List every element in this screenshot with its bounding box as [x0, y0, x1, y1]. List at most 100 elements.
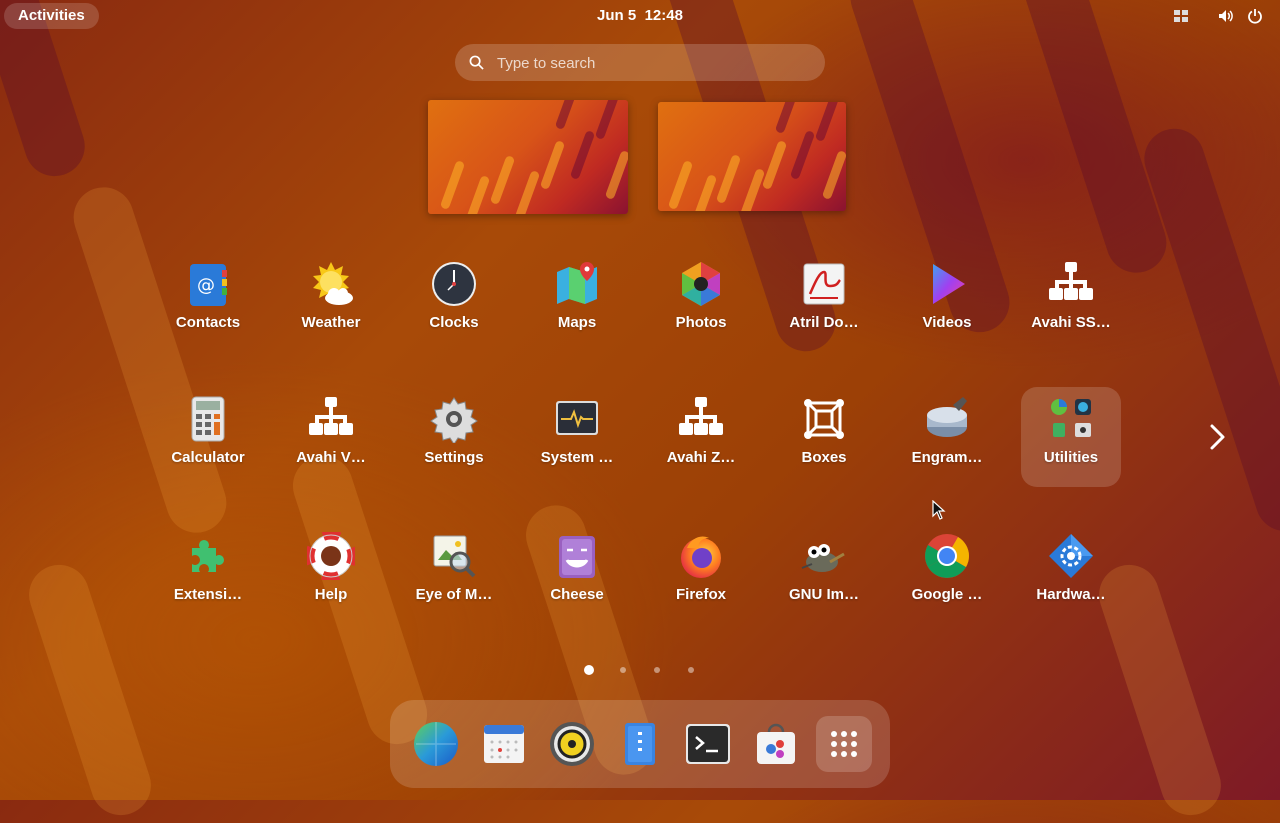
app-tile[interactable]: Avahi SS…: [1021, 252, 1121, 352]
app-tile[interactable]: Firefox: [651, 524, 751, 624]
app-tile[interactable]: Settings: [404, 387, 504, 487]
network-icon: [309, 397, 353, 435]
app-tile[interactable]: Hardwa…: [1021, 524, 1121, 624]
app-tile[interactable]: @ Contacts: [158, 252, 258, 352]
page-indicator-1[interactable]: [584, 665, 594, 675]
page-indicator-3[interactable]: [654, 667, 660, 673]
app-label: Hardwa…: [1036, 586, 1106, 603]
software-store-icon[interactable]: [748, 716, 804, 772]
videos-icon: [933, 264, 965, 304]
app-label: Maps: [557, 314, 597, 331]
app-label: Google …: [911, 586, 983, 603]
lifebuoy-icon: [307, 532, 355, 580]
top-bar: Activities Jun 5 12:48: [0, 0, 1280, 32]
app-label: Calculator: [171, 449, 245, 466]
network-icon: [679, 397, 723, 435]
clocks-icon: [432, 262, 476, 306]
gimp-icon: [801, 544, 845, 572]
app-tile[interactable]: GNU Im…: [774, 524, 874, 624]
app-tile[interactable]: Utilities: [1021, 387, 1121, 487]
app-tile[interactable]: Photos: [651, 252, 751, 352]
puzzle-icon: [192, 540, 224, 572]
workspace-thumbnail-1[interactable]: [428, 100, 628, 214]
app-tile[interactable]: Engram…: [897, 387, 997, 487]
app-label: Avahi Z…: [666, 449, 736, 466]
gear-icon: [430, 397, 478, 443]
clock: Jun 5 12:48: [0, 0, 1280, 32]
app-label: Utilities: [1043, 449, 1099, 466]
app-grid-icon[interactable]: [816, 716, 872, 772]
image-viewer-icon: [433, 535, 476, 578]
app-tile[interactable]: Avahi V…: [281, 387, 381, 487]
app-label: Videos: [922, 314, 972, 331]
app-tile[interactable]: Eye of M…: [404, 524, 504, 624]
search-bar[interactable]: [455, 44, 825, 83]
system-monitor-icon: [556, 401, 598, 435]
chrome-icon: [925, 534, 969, 578]
layout-icon[interactable]: [1173, 8, 1189, 24]
workspace-thumbnail-2[interactable]: [658, 102, 846, 211]
app-tile[interactable]: Boxes: [774, 387, 874, 487]
activities-button[interactable]: Activities: [4, 3, 99, 29]
search-input[interactable]: [495, 44, 809, 83]
calendar-icon[interactable]: [476, 716, 532, 772]
app-label: Avahi SS…: [1031, 314, 1111, 331]
web-browser-icon[interactable]: [408, 716, 464, 772]
volume-icon[interactable]: [1218, 8, 1234, 24]
svg-text:@: @: [197, 275, 215, 296]
app-tile[interactable]: Weather: [281, 252, 381, 352]
page-indicator-4[interactable]: [688, 667, 694, 673]
app-label: System …: [540, 449, 614, 466]
app-tile[interactable]: Google …: [897, 524, 997, 624]
firefox-icon: [681, 536, 721, 578]
app-label: Avahi V…: [296, 449, 366, 466]
app-label: Photos: [675, 314, 727, 331]
files-icon[interactable]: [612, 716, 668, 772]
clock-time[interactable]: 12:48: [645, 7, 683, 24]
app-label: Engram…: [911, 449, 983, 466]
calculator-icon: [191, 396, 225, 442]
app-tile[interactable]: System …: [527, 387, 627, 487]
photos-icon: [682, 262, 720, 306]
next-page-arrow[interactable]: [1200, 420, 1234, 454]
app-label: Firefox: [675, 586, 726, 603]
app-tile[interactable]: Atril Do…: [774, 252, 874, 352]
app-label: Settings: [424, 449, 484, 466]
app-label: Boxes: [801, 449, 847, 466]
app-label: Cheese: [550, 586, 604, 603]
power-icon[interactable]: [1247, 8, 1263, 24]
weather-icon: [313, 262, 353, 305]
app-label: Clocks: [429, 314, 479, 331]
clock-date[interactable]: Jun 5: [597, 7, 636, 24]
app-tile[interactable]: Extensi…: [158, 524, 258, 624]
engrampa-icon: [927, 397, 967, 437]
app-label: Eye of M…: [415, 586, 493, 603]
app-tile[interactable]: Help: [281, 524, 381, 624]
utilities-folder-icon: [1051, 399, 1091, 437]
app-label: GNU Im…: [788, 586, 859, 603]
mouse-cursor: [932, 500, 946, 520]
search-icon: [469, 55, 484, 70]
network-icon: [1049, 262, 1093, 300]
app-tile[interactable]: Cheese: [527, 524, 627, 624]
terminal-icon[interactable]: [680, 716, 736, 772]
app-tile[interactable]: Videos: [897, 252, 997, 352]
app-label: Help: [314, 586, 348, 603]
dock: [390, 700, 890, 788]
app-tile[interactable]: Calculator: [158, 387, 258, 487]
atril-icon: [803, 263, 845, 305]
app-label: Weather: [301, 314, 361, 331]
app-tile[interactable]: Maps: [527, 252, 627, 352]
app-tile[interactable]: Avahi Z…: [651, 387, 751, 487]
maps-icon: [557, 262, 597, 304]
boxes-icon: [804, 399, 844, 439]
app-label: Extensi…: [173, 586, 243, 603]
contacts-icon: @: [190, 264, 227, 306]
app-label: Atril Do…: [789, 314, 859, 331]
app-label: Contacts: [175, 314, 241, 331]
music-player-icon[interactable]: [544, 716, 600, 772]
hardware-icon: [1049, 534, 1093, 578]
page-indicator-2[interactable]: [620, 667, 626, 673]
cheese-icon: [559, 536, 595, 578]
app-tile[interactable]: Clocks: [404, 252, 504, 352]
